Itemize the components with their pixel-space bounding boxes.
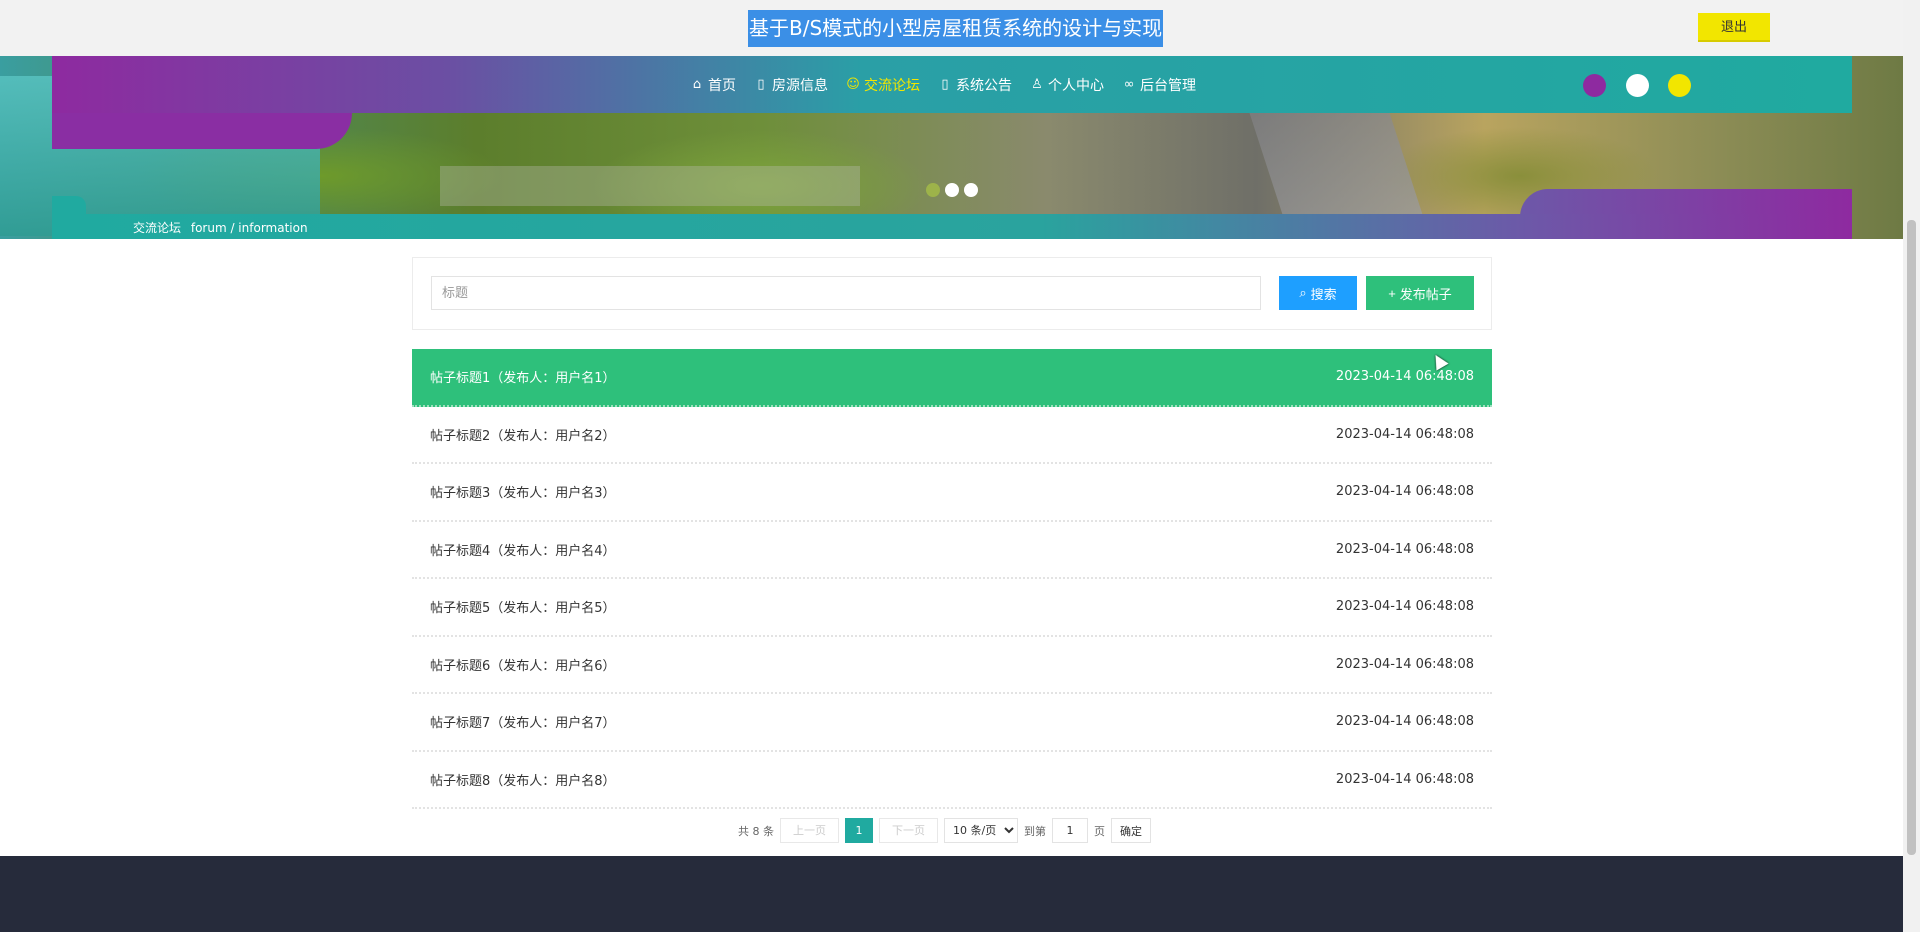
new-post-button-label: 发布帖子: [1399, 286, 1452, 302]
breadcrumb-decoration: [1520, 189, 1852, 217]
post-title: 帖子标题8（发布人：用户名8）: [430, 773, 616, 789]
nav-item-announcements[interactable]: ▯ 系统公告: [938, 75, 1012, 95]
nav-item-home[interactable]: ⌂ 首页: [690, 75, 736, 95]
list-item[interactable]: 帖子标题5（发布人：用户名5） 2023-04-14 06:48:08: [412, 579, 1492, 637]
banner-image-wall: [440, 166, 860, 206]
list-item[interactable]: 帖子标题7（发布人：用户名7） 2023-04-14 06:48:08: [412, 694, 1492, 752]
nav-item-label: 房源信息: [772, 77, 828, 94]
post-list: 帖子标题1（发布人：用户名1） 2023-04-14 06:48:08 帖子标题…: [412, 349, 1492, 809]
plus-icon: +: [1388, 285, 1396, 301]
goto-label: 到第: [1024, 824, 1046, 838]
list-item[interactable]: 帖子标题1（发布人：用户名1） 2023-04-14 06:48:08: [412, 349, 1492, 407]
pagination-total: 共 8 条: [738, 824, 774, 838]
nav-item-forum[interactable]: ☺ 交流论坛: [846, 75, 920, 95]
post-title: 帖子标题3（发布人：用户名3）: [430, 486, 616, 502]
search-button-label: 搜索: [1310, 286, 1337, 302]
page: 基于B/S模式的小型房屋租赁系统的设计与实现 退出 ⌂ 首页 ▯ 房源信息 ☺ …: [0, 0, 1920, 932]
document-icon: ▯: [757, 77, 765, 92]
breadcrumb-bar: [52, 214, 1852, 239]
breadcrumb-subtitle: forum / information: [190, 221, 308, 235]
post-time: 2023-04-14 06:48:08: [1335, 426, 1474, 442]
nav-menu: ⌂ 首页 ▯ 房源信息 ☺ 交流论坛 ▯ 系统公告 ♙ 个人中心 ∞ 后台管理: [690, 56, 1196, 113]
list-item[interactable]: 帖子标题8（发布人：用户名8） 2023-04-14 06:48:08: [412, 752, 1492, 809]
post-title: 帖子标题4（发布人：用户名4）: [430, 543, 616, 559]
carousel-indicators: [926, 183, 978, 197]
link-icon: ∞: [1123, 77, 1135, 92]
navbar-decoration: [52, 113, 352, 149]
next-page-button[interactable]: 下一页: [879, 818, 938, 843]
goto-confirm-button[interactable]: 确定: [1111, 818, 1151, 843]
page-number-current[interactable]: 1: [845, 818, 873, 843]
post-title: 帖子标题1（发布人：用户名1）: [430, 371, 616, 387]
banner: ⌂ 首页 ▯ 房源信息 ☺ 交流论坛 ▯ 系统公告 ♙ 个人中心 ∞ 后台管理: [0, 56, 1903, 239]
prev-page-button[interactable]: 上一页: [780, 818, 839, 843]
chat-icon: ☺: [846, 77, 860, 92]
theme-white-button[interactable]: [1626, 74, 1649, 97]
breadcrumb-tab: [52, 196, 86, 216]
search-icon: ⌕: [1299, 285, 1307, 300]
post-title: 帖子标题2（发布人：用户名2）: [430, 428, 616, 444]
nav-item-listings[interactable]: ▯ 房源信息: [754, 75, 828, 95]
post-time: 2023-04-14 06:48:08: [1335, 771, 1474, 787]
list-item[interactable]: 帖子标题4（发布人：用户名4） 2023-04-14 06:48:08: [412, 522, 1492, 579]
scrollbar-thumb[interactable]: [1907, 220, 1916, 855]
search-input[interactable]: [431, 276, 1261, 310]
post-title: 帖子标题5（发布人：用户名5）: [430, 601, 616, 617]
logout-button[interactable]: 退出: [1698, 13, 1770, 42]
post-time: 2023-04-14 06:48:08: [1335, 484, 1474, 500]
theme-purple-button[interactable]: [1583, 74, 1606, 97]
post-time: 2023-04-14 06:48:08: [1335, 599, 1474, 615]
nav-item-label: 系统公告: [956, 77, 1012, 94]
search-panel: ⌕ 搜索 + 发布帖子: [412, 257, 1492, 330]
book-icon: ▯: [941, 77, 949, 92]
theme-yellow-button[interactable]: [1668, 74, 1691, 97]
carousel-dot[interactable]: [964, 183, 978, 197]
carousel-dot[interactable]: [926, 183, 940, 197]
user-icon: ♙: [1031, 77, 1043, 92]
breadcrumb: 交流论坛 forum / information: [133, 219, 308, 236]
post-time: 2023-04-14 06:48:08: [1335, 541, 1474, 557]
footer: [0, 856, 1903, 932]
scrollbar[interactable]: [1903, 0, 1920, 932]
post-time: 2023-04-14 06:48:08: [1335, 656, 1474, 672]
nav-item-label: 后台管理: [1140, 77, 1196, 94]
nav-item-profile[interactable]: ♙ 个人中心: [1030, 75, 1104, 95]
post-title: 帖子标题6（发布人：用户名6）: [430, 658, 616, 674]
page-size-select[interactable]: 10 条/页: [944, 818, 1018, 843]
breadcrumb-title: 交流论坛: [133, 221, 182, 235]
home-icon: ⌂: [692, 77, 702, 92]
pagination: 共 8 条 上一页 1 下一页 10 条/页 到第 页 确定: [738, 818, 1151, 843]
list-item[interactable]: 帖子标题6（发布人：用户名6） 2023-04-14 06:48:08: [412, 637, 1492, 694]
post-title: 帖子标题7（发布人：用户名7）: [430, 716, 616, 732]
top-bar: 基于B/S模式的小型房屋租赁系统的设计与实现 退出: [0, 0, 1903, 56]
post-time: 2023-04-14 06:48:08: [1335, 369, 1474, 385]
post-time: 2023-04-14 06:48:08: [1335, 714, 1474, 730]
list-item[interactable]: 帖子标题2（发布人：用户名2） 2023-04-14 06:48:08: [412, 407, 1492, 464]
nav-item-label: 个人中心: [1048, 77, 1104, 94]
new-post-button[interactable]: + 发布帖子: [1366, 276, 1474, 310]
search-button[interactable]: ⌕ 搜索: [1279, 276, 1357, 310]
nav-item-admin[interactable]: ∞ 后台管理: [1122, 75, 1196, 95]
goto-page-input[interactable]: [1052, 818, 1088, 843]
nav-item-label: 交流论坛: [864, 77, 920, 94]
list-item[interactable]: 帖子标题3（发布人：用户名3） 2023-04-14 06:48:08: [412, 464, 1492, 522]
nav-item-label: 首页: [708, 77, 736, 94]
carousel-dot[interactable]: [945, 183, 959, 197]
site-title: 基于B/S模式的小型房屋租赁系统的设计与实现: [748, 10, 1164, 47]
page-unit-label: 页: [1094, 824, 1105, 838]
